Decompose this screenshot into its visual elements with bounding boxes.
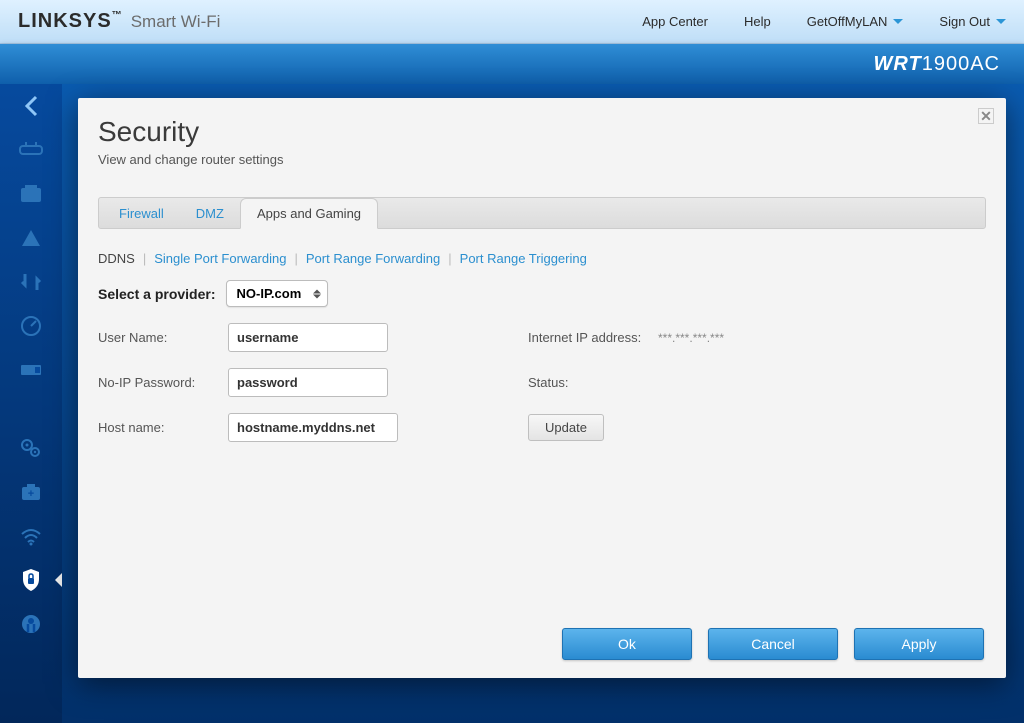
sub-nav: DDNS | Single Port Forwarding | Port Ran… bbox=[98, 251, 986, 266]
username-label: User Name: bbox=[98, 330, 228, 345]
subnav-port-range-triggering[interactable]: Port Range Triggering bbox=[460, 251, 587, 266]
hostname-label: Host name: bbox=[98, 420, 228, 435]
cancel-button[interactable]: Cancel bbox=[708, 628, 838, 660]
nav-account[interactable]: GetOffMyLAN bbox=[807, 14, 904, 29]
sidebar-item-network[interactable] bbox=[7, 130, 55, 170]
password-label: No-IP Password: bbox=[98, 375, 228, 390]
brand: LINKSYS™ Smart Wi-Fi bbox=[18, 10, 220, 33]
footer-buttons: Ok Cancel Apply bbox=[562, 628, 984, 660]
sidebar-item-priority[interactable] bbox=[7, 262, 55, 302]
brand-logo: LINKSYS™ bbox=[18, 10, 123, 33]
tabs: Firewall DMZ Apps and Gaming bbox=[98, 197, 986, 229]
apply-button[interactable]: Apply bbox=[854, 628, 984, 660]
ok-button[interactable]: Ok bbox=[562, 628, 692, 660]
sidebar-item-security[interactable] bbox=[7, 560, 55, 600]
sidebar-item-wireless[interactable] bbox=[7, 516, 55, 556]
select-arrows-icon bbox=[313, 289, 321, 298]
provider-select[interactable]: NO-IP.com bbox=[226, 280, 329, 307]
top-nav: App Center Help GetOffMyLAN Sign Out bbox=[642, 14, 1006, 29]
sidebar-item-parental[interactable] bbox=[7, 218, 55, 258]
sidebar-item-troubleshoot[interactable]: + bbox=[7, 472, 55, 512]
nav-app-center[interactable]: App Center bbox=[642, 14, 708, 29]
ddns-form: Select a provider: NO-IP.com User Name: … bbox=[98, 280, 986, 442]
password-input[interactable] bbox=[228, 368, 388, 397]
sidebar-back-button[interactable] bbox=[7, 90, 55, 122]
page-subtitle: View and change router settings bbox=[98, 152, 986, 167]
page-title: Security bbox=[98, 116, 986, 148]
ip-label: Internet IP address: bbox=[528, 330, 658, 345]
status-label: Status: bbox=[528, 375, 658, 390]
provider-label: Select a provider: bbox=[98, 286, 216, 302]
sidebar-item-speedtest[interactable] bbox=[7, 306, 55, 346]
close-icon[interactable]: ✕ bbox=[978, 108, 994, 124]
nav-help[interactable]: Help bbox=[744, 14, 771, 29]
sidebar-item-openvpn[interactable] bbox=[7, 604, 55, 644]
sidebar: + bbox=[0, 84, 62, 723]
model-label: WRT1900AC bbox=[874, 53, 1000, 76]
security-panel: ✕ Security View and change router settin… bbox=[78, 98, 1006, 678]
sidebar-item-media[interactable] bbox=[7, 174, 55, 214]
tab-dmz[interactable]: DMZ bbox=[180, 199, 240, 228]
tab-apps-gaming[interactable]: Apps and Gaming bbox=[240, 198, 378, 229]
subnav-single-port-forwarding[interactable]: Single Port Forwarding bbox=[154, 251, 286, 266]
model-header: WRT1900AC bbox=[0, 44, 1024, 84]
subnav-port-range-forwarding[interactable]: Port Range Forwarding bbox=[306, 251, 440, 266]
sidebar-item-storage[interactable] bbox=[7, 350, 55, 390]
sidebar-item-connectivity[interactable] bbox=[7, 428, 55, 468]
nav-sign-out[interactable]: Sign Out bbox=[939, 14, 1006, 29]
tab-firewall[interactable]: Firewall bbox=[103, 199, 180, 228]
update-button[interactable]: Update bbox=[528, 414, 604, 441]
chevron-down-icon bbox=[893, 19, 903, 24]
chevron-down-icon bbox=[996, 19, 1006, 24]
top-bar: LINKSYS™ Smart Wi-Fi App Center Help Get… bbox=[0, 0, 1024, 44]
brand-subtitle: Smart Wi-Fi bbox=[131, 12, 221, 32]
svg-text:+: + bbox=[28, 488, 34, 500]
ip-value: ***.***.***.*** bbox=[658, 331, 986, 345]
content-area: ✕ Security View and change router settin… bbox=[62, 84, 1024, 723]
subnav-ddns[interactable]: DDNS bbox=[98, 251, 135, 266]
username-input[interactable] bbox=[228, 323, 388, 352]
hostname-input[interactable] bbox=[228, 413, 398, 442]
